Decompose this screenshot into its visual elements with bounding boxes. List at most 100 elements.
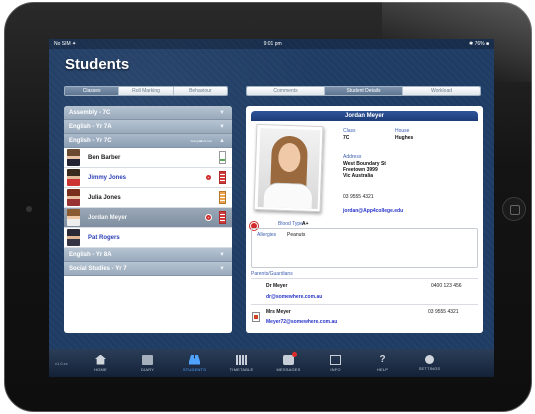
tab-home[interactable]: HOME bbox=[77, 354, 124, 372]
class-group-english-8a[interactable]: English - Yr 8A ▼ bbox=[64, 248, 232, 262]
timetable-icon bbox=[236, 354, 247, 365]
class-group-assembly[interactable]: Assembly - 7C ▼ bbox=[64, 106, 232, 120]
tab-label: MESSAGES bbox=[276, 366, 301, 372]
address-label: Address bbox=[343, 154, 362, 160]
workload-icon[interactable] bbox=[219, 211, 226, 224]
tab-info[interactable]: INFO bbox=[312, 354, 359, 372]
student-name: Pat Rogers bbox=[88, 234, 120, 241]
allergies-field[interactable]: Allergies Peanuts bbox=[251, 228, 478, 268]
tab-label: STUDENTS bbox=[182, 366, 207, 372]
app-screen: No SIM ✦ 9:01 pm ✱ 76% ■ Students Classe… bbox=[49, 39, 494, 377]
class-group-english-7c[interactable]: English - Yr 7C Allergies Work tool ▲ bbox=[64, 134, 232, 148]
parent-name: Mrs Meyer bbox=[266, 309, 291, 315]
diary-icon bbox=[142, 354, 153, 365]
help-icon: ? bbox=[379, 353, 386, 365]
avatar bbox=[67, 189, 80, 206]
document-icon[interactable] bbox=[252, 312, 260, 322]
info-icon bbox=[330, 354, 341, 365]
list-item[interactable]: Ben Barber bbox=[64, 148, 232, 168]
settings-icon bbox=[425, 355, 434, 364]
class-group-label: Social Studies - Yr 7 bbox=[69, 265, 127, 272]
avatar bbox=[67, 229, 80, 246]
tab-timetable[interactable]: TIMETABLE bbox=[218, 354, 265, 372]
list-item[interactable]: Pat Rogers bbox=[64, 228, 232, 248]
class-list: Assembly - 7C ▼ English - Yr 7A ▼ Englis… bbox=[64, 106, 232, 333]
class-group-label: English - Yr 8A bbox=[69, 251, 112, 258]
battery-indicator: ✱ 76% ■ bbox=[468, 41, 489, 47]
class-group-label: English - Yr 7A bbox=[69, 123, 112, 130]
blood-type-value: A+ bbox=[302, 221, 309, 227]
chevron-down-icon: ▼ bbox=[219, 266, 225, 272]
list-item[interactable]: Julia Jones bbox=[64, 188, 232, 208]
student-email-link[interactable]: jordan@App4college.edu bbox=[343, 208, 403, 214]
tab-comments[interactable]: Comments bbox=[247, 87, 325, 95]
class-group-label: English - Yr 7C bbox=[69, 137, 112, 144]
tab-label: SETTINGS bbox=[418, 366, 441, 371]
class-group-social-studies[interactable]: Social Studies - Yr 7 ▼ bbox=[64, 262, 232, 276]
student-name: Ben Barber bbox=[88, 154, 121, 161]
parent-email-link[interactable]: dr@somewhere.com.au bbox=[266, 294, 322, 300]
tab-students[interactable]: STUDENTS bbox=[171, 354, 218, 372]
medical-alert-icon[interactable]: + bbox=[205, 214, 212, 221]
chevron-up-icon: ▲ bbox=[219, 138, 225, 144]
parent-phone[interactable]: 0400 123 456 bbox=[431, 283, 462, 289]
house-value: Hughes bbox=[395, 135, 414, 141]
student-name: Jimmy Jones bbox=[88, 174, 127, 181]
list-item-selected[interactable]: Jordan Meyer + bbox=[64, 208, 232, 228]
chevron-down-icon: ▼ bbox=[219, 124, 225, 130]
status-bar: No SIM ✦ 9:01 pm ✱ 76% ■ bbox=[49, 39, 494, 49]
avatar bbox=[67, 209, 80, 226]
parent-name: Dr Meyer bbox=[266, 283, 288, 289]
parent-email-link[interactable]: Meyer72@somewhere.com.au bbox=[266, 319, 337, 325]
avatar bbox=[67, 169, 80, 186]
home-button[interactable] bbox=[502, 197, 526, 221]
tab-classes[interactable]: Classes bbox=[65, 87, 120, 95]
parent-phone[interactable]: 03 9555 4321 bbox=[428, 309, 459, 315]
camera-icon bbox=[26, 206, 32, 212]
right-segmented-control: Comments Student Details Workload bbox=[246, 86, 481, 96]
workload-icon[interactable] bbox=[219, 151, 226, 164]
tab-roll-marking[interactable]: Roll Marking bbox=[119, 87, 174, 95]
left-segmented-control: Classes Roll Marking Behaviour bbox=[64, 86, 228, 96]
work-tool-column-header: Work tool bbox=[199, 138, 212, 143]
tab-workload[interactable]: Workload bbox=[403, 87, 480, 95]
workload-icon[interactable] bbox=[219, 171, 226, 184]
house-label: House bbox=[395, 128, 410, 134]
chevron-down-icon: ▼ bbox=[219, 252, 225, 258]
home-icon bbox=[95, 354, 106, 365]
ipad-photo: No SIM ✦ 9:01 pm ✱ 76% ■ Students Classe… bbox=[0, 0, 535, 414]
student-name: Julia Jones bbox=[88, 194, 121, 201]
workload-icon[interactable] bbox=[219, 191, 226, 204]
class-value: 7C bbox=[343, 135, 350, 141]
chevron-down-icon: ▼ bbox=[219, 110, 225, 116]
tab-label: HOME bbox=[94, 366, 107, 372]
tab-label: HELP bbox=[376, 366, 389, 372]
page-title: Students bbox=[65, 56, 130, 73]
allergies-value: Peanuts bbox=[287, 232, 306, 238]
version-label: v1.0.xx bbox=[55, 360, 68, 366]
student-name: Jordan Meyer bbox=[88, 214, 128, 221]
address-line-3: Vic Australia bbox=[343, 173, 374, 179]
allergies-label: Allergies bbox=[257, 232, 277, 238]
class-label: Class bbox=[343, 128, 356, 134]
class-group-english-7a[interactable]: English - Yr 7A ▼ bbox=[64, 120, 232, 134]
tab-messages[interactable]: MESSAGES bbox=[265, 351, 312, 372]
carrier-label: No SIM ✦ bbox=[54, 41, 77, 47]
tab-label: TIMETABLE bbox=[229, 366, 254, 372]
clock: 9:01 pm bbox=[263, 41, 282, 47]
tab-label: INFO bbox=[330, 366, 341, 372]
student-photo[interactable] bbox=[253, 123, 324, 213]
tab-diary[interactable]: DIARY bbox=[124, 354, 171, 372]
blood-type-label: Blood Type bbox=[278, 221, 303, 227]
tab-student-details[interactable]: Student Details bbox=[325, 87, 403, 95]
unread-badge bbox=[292, 351, 297, 357]
students-icon bbox=[189, 354, 200, 365]
avatar bbox=[67, 149, 80, 166]
tab-behaviour[interactable]: Behaviour bbox=[173, 87, 227, 95]
bottom-tab-bar: v1.0.xx HOME DIARY STUDENTS TIMETABLE ME… bbox=[49, 349, 494, 377]
medical-alert-icon[interactable]: + bbox=[205, 174, 212, 181]
list-item[interactable]: Jimmy Jones + bbox=[64, 168, 232, 188]
tab-help[interactable]: ? HELP bbox=[359, 353, 406, 372]
student-phone[interactable]: 03 9555 4321 bbox=[343, 194, 374, 200]
tab-settings[interactable]: SETTINGS bbox=[406, 355, 453, 371]
